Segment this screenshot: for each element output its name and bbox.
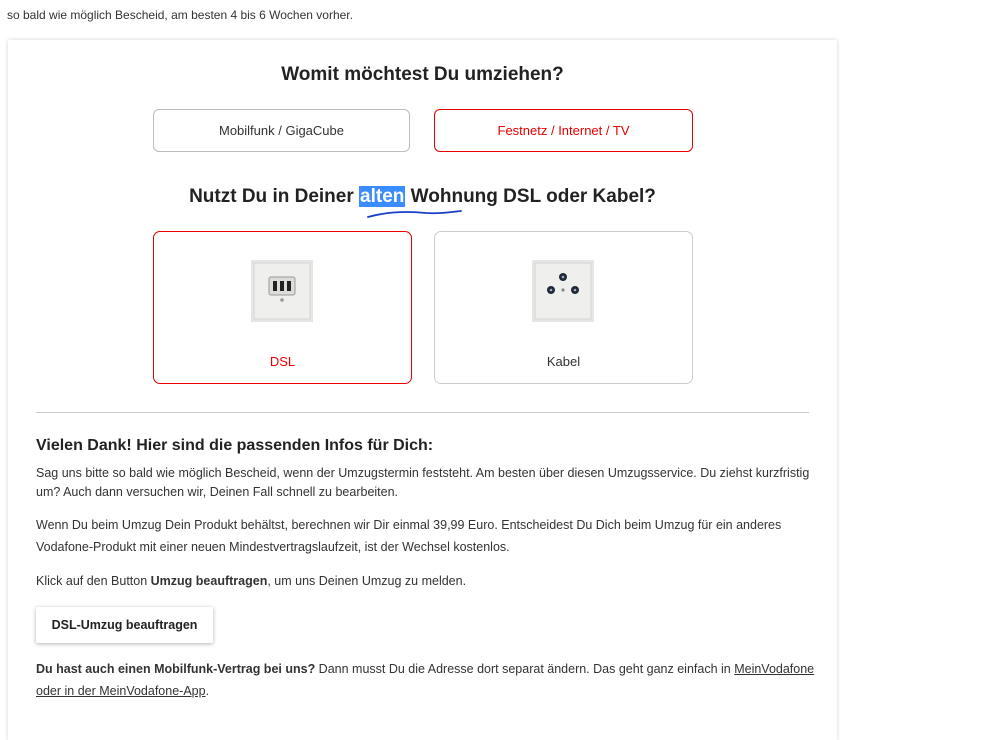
question-product: Womit möchtest Du umziehen? bbox=[281, 64, 564, 85]
section-divider bbox=[36, 412, 809, 413]
pen-underline-annotation bbox=[367, 210, 462, 218]
dsl-label: DSL bbox=[269, 354, 296, 369]
dsl-move-button[interactable]: DSL-Umzug beauftragen bbox=[36, 607, 213, 643]
info-paragraph-1: Sag uns bitte so bald wie möglich Besche… bbox=[36, 466, 810, 499]
question-connection-end: Wohnung DSL oder Kabel? bbox=[405, 186, 656, 207]
option-mobile-button[interactable]: Mobilfunk / GigaCube bbox=[153, 109, 410, 152]
question-connection-start: Nutzt Du in Deiner bbox=[189, 186, 360, 207]
highlighted-word: alten bbox=[359, 186, 406, 207]
p4-bold: Du hast auch einen Mobilfunk-Vertrag bei… bbox=[36, 662, 316, 676]
intro-text: so bald wie möglich Bescheid, am besten … bbox=[7, 8, 353, 22]
p3-bold: Umzug beauftragen bbox=[150, 574, 268, 588]
info-paragraph-2: Wenn Du beim Umzug Dein Produkt behältst… bbox=[36, 518, 782, 554]
p3-end: , um uns Deinen Umzug zu melden. bbox=[267, 574, 467, 588]
info-paragraph-3: Klick auf den Button Umzug beauftragen, … bbox=[36, 572, 816, 591]
p4-text: Dann musst Du die Adresse dort separat ä… bbox=[315, 662, 735, 676]
info-title: Vielen Dank! Hier sind die passenden Inf… bbox=[36, 437, 434, 454]
relocation-card: Womit möchtest Du umziehen? Mobilfunk / … bbox=[8, 40, 837, 740]
dsl-tile[interactable]: DSL bbox=[153, 231, 412, 384]
question-connection: Nutzt Du in Deiner alten Wohnung DSL ode… bbox=[8, 186, 837, 208]
p4-end: . bbox=[205, 684, 210, 698]
info-paragraph-4: Du hast auch einen Mobilfunk-Vertrag bei… bbox=[36, 658, 816, 702]
option-fixed-button[interactable]: Festnetz / Internet / TV bbox=[434, 109, 693, 152]
p3-start: Klick auf den Button bbox=[36, 574, 151, 588]
dsl-socket-icon bbox=[251, 260, 313, 322]
cable-socket-icon bbox=[532, 260, 594, 322]
cable-tile[interactable]: Kabel bbox=[434, 231, 693, 384]
cable-label: Kabel bbox=[546, 354, 581, 369]
